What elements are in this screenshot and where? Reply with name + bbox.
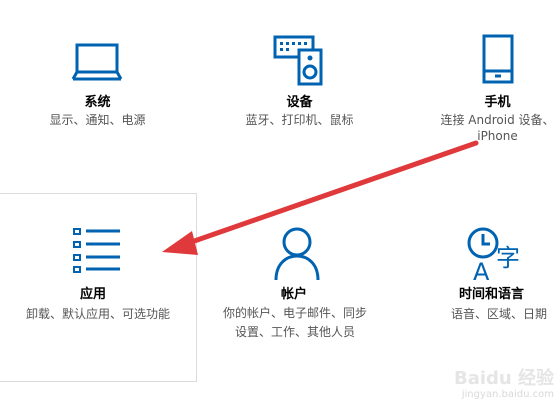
- watermark-brand: Baidu 经验: [453, 368, 554, 389]
- watermark: Baidu 经验 jingyan.baidu.com: [454, 369, 554, 401]
- annotation-arrow: [162, 140, 479, 255]
- watermark-url: jingyan.baidu.com: [461, 389, 554, 400]
